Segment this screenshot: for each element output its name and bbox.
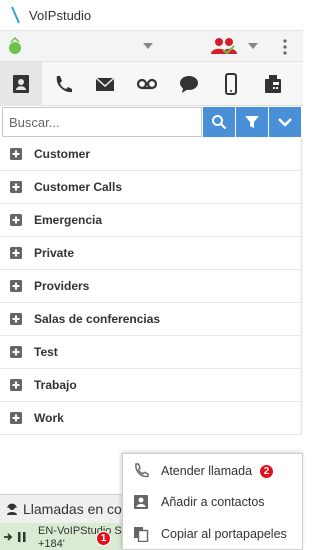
group-label: Customer Calls	[34, 180, 123, 194]
group-row[interactable]: Private	[0, 237, 303, 270]
expand-plus-icon	[10, 148, 22, 160]
tab-mobile[interactable]	[210, 62, 252, 106]
group-label: Private	[34, 246, 75, 260]
calls-panel-title: Llamadas en co	[23, 501, 122, 517]
expand-plus-icon	[10, 247, 22, 259]
expand-plus-icon	[10, 313, 22, 325]
tab-calls[interactable]	[42, 62, 84, 106]
search-icon	[212, 115, 227, 130]
tab-fax[interactable]	[252, 62, 294, 106]
more-menu-icon[interactable]	[279, 38, 291, 56]
group-row[interactable]: Emergencia	[0, 204, 303, 237]
filter-icon	[245, 116, 259, 128]
group-row[interactable]: Test	[0, 336, 303, 369]
call-badge: 1	[96, 531, 111, 546]
expand-button[interactable]	[269, 107, 301, 137]
expand-plus-icon	[10, 412, 22, 424]
voicemail-icon	[136, 78, 158, 90]
group-row[interactable]: Salas de conferencias	[0, 303, 303, 336]
group-row[interactable]: Work	[0, 402, 303, 435]
incoming-arrow-icon	[4, 533, 13, 541]
expand-plus-icon	[10, 379, 22, 391]
chevron-down-icon	[278, 118, 292, 127]
mobile-icon	[225, 73, 237, 95]
call-context-menu: Atender llamada 2 Añadir a contactos Cop…	[122, 453, 303, 550]
contact-card-icon	[134, 495, 148, 509]
menu-item-label: Copiar al portapapeles	[161, 527, 287, 541]
group-row[interactable]: Trabajo	[0, 369, 303, 402]
phone-icon	[135, 463, 149, 478]
app-title: VoIPstudio	[29, 8, 92, 23]
call-name: EN-VoIPStudio Su	[38, 525, 128, 537]
expand-plus-icon	[10, 181, 22, 193]
title-bar: VoIPstudio	[0, 0, 303, 31]
phone-icon	[56, 76, 72, 93]
answer-call-badge: 2	[259, 464, 274, 479]
search-button[interactable]	[203, 107, 235, 137]
contact-groups-list: Customer Customer Calls Emergencia Priva…	[0, 138, 303, 435]
chat-bubble-icon	[180, 76, 198, 93]
group-label: Test	[34, 345, 58, 359]
scrollbar[interactable]	[300, 138, 303, 435]
tab-messages[interactable]	[84, 62, 126, 106]
call-center-icon	[7, 503, 17, 515]
menu-item-add-contact[interactable]: Añadir a contactos	[123, 487, 304, 517]
tab-voicemail[interactable]	[126, 62, 168, 106]
voipstudio-logo-icon	[11, 6, 20, 24]
filter-button[interactable]	[236, 107, 268, 137]
expand-plus-icon	[10, 214, 22, 226]
presence-status-icon[interactable]	[6, 37, 24, 55]
expand-plus-icon	[10, 280, 22, 292]
calls-panel-header[interactable]: Llamadas en co	[5, 501, 122, 517]
group-row[interactable]: Providers	[0, 270, 303, 303]
tab-contacts[interactable]	[0, 62, 42, 106]
group-label: Customer	[34, 147, 91, 161]
menu-item-copy-clipboard[interactable]: Copiar al portapapeles	[123, 519, 304, 549]
group-label: Providers	[34, 279, 90, 293]
pause-icon[interactable]	[18, 532, 26, 542]
group-label: Trabajo	[34, 378, 77, 392]
group-label: Salas de conferencias	[34, 312, 161, 326]
group-row[interactable]: Customer Calls	[0, 171, 303, 204]
status-dropdown-caret-icon[interactable]	[143, 42, 153, 50]
menu-item-answer-call[interactable]: Atender llamada 2	[123, 456, 304, 486]
menu-item-label: Atender llamada	[161, 464, 253, 478]
group-label: Emergencia	[34, 213, 103, 227]
tab-chat[interactable]	[168, 62, 210, 106]
envelope-icon	[95, 77, 115, 91]
copy-icon	[134, 527, 149, 542]
people-dropdown-caret-icon[interactable]	[248, 42, 258, 50]
group-row[interactable]: Customer	[0, 138, 303, 171]
fax-icon	[265, 75, 281, 93]
search-input[interactable]	[2, 107, 202, 137]
menu-item-label: Añadir a contactos	[161, 495, 265, 509]
address-book-icon	[13, 75, 29, 93]
people-group-icon[interactable]	[209, 37, 239, 55]
search-bar	[0, 106, 303, 138]
expand-plus-icon	[10, 346, 22, 358]
group-label: Work	[34, 411, 64, 425]
call-number: +184'	[38, 538, 65, 550]
top-toolbar	[0, 31, 303, 62]
main-tabs	[0, 62, 303, 106]
